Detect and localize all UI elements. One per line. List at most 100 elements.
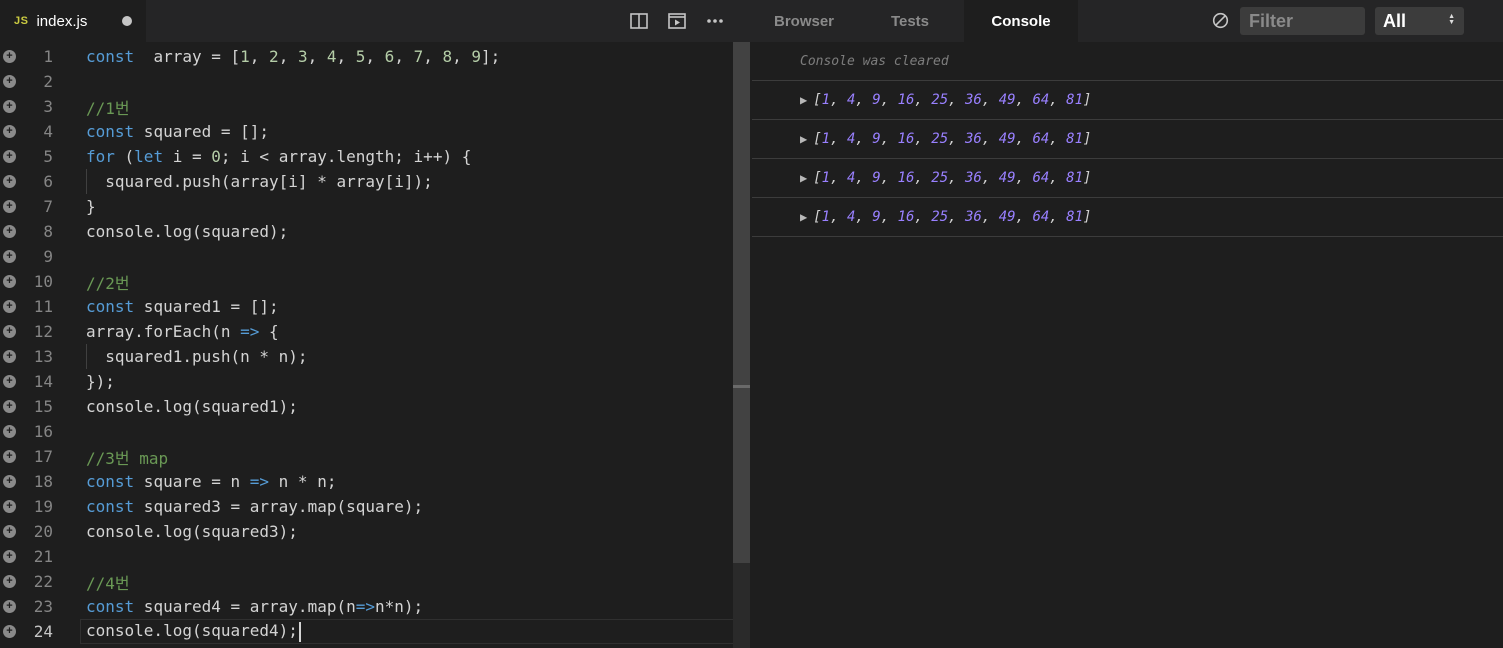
expand-triangle-icon[interactable]: ▶ [800,93,807,107]
tab-console[interactable]: Console [964,0,1078,42]
add-log-point-icon[interactable]: + [3,300,16,313]
code-line[interactable]: +4 const squared = []; [0,119,733,144]
console-filter-input[interactable] [1240,7,1365,35]
code-line[interactable]: +7} [0,194,733,219]
editor-tab-index-js[interactable]: JS index.js [0,0,146,42]
split-editor-icon[interactable] [630,12,648,30]
tab-tests[interactable]: Tests [858,0,962,42]
expand-triangle-icon[interactable]: ▶ [800,171,807,185]
code-line[interactable]: +15 console.log(squared1); [0,394,733,419]
array-value: 25 [931,92,949,108]
add-log-point-icon[interactable]: + [3,125,16,138]
code-line[interactable]: +23 const squared4 = array.map(n=>n*n); [0,594,733,619]
array-value: 49 [998,131,1016,147]
array-value: 16 [897,209,915,225]
editor-actions [630,0,724,42]
code-token: ; i < array.length; i++) { [220,147,472,166]
add-log-point-icon[interactable]: + [3,75,16,88]
array-separator: , [914,92,932,108]
add-log-point-icon[interactable]: + [3,50,16,63]
code-line[interactable]: +9 [0,244,733,269]
add-log-point-icon[interactable]: + [3,550,16,563]
add-log-point-icon[interactable]: + [3,350,16,363]
code-line[interactable]: +19 const squared3 = array.map(square); [0,494,733,519]
code-editor[interactable]: +1 const array = [1, 2, 3, 4, 5, 6, 7, 8,… [0,42,750,648]
code-text: const array = [1, 2, 3, 4, 5, 6, 7, 8, 9… [86,47,500,66]
console-log-entry[interactable]: ▶ [1, 4, 9, 16, 25, 36, 49, 64, 81] [752,198,1503,237]
line-number: 19 [33,497,53,516]
array-value: 64 [1032,92,1050,108]
add-log-point-icon[interactable]: + [3,500,16,513]
open-preview-icon[interactable] [668,12,686,30]
add-log-point-icon[interactable]: + [3,100,16,113]
code-line[interactable]: +24 console.log(squared4); [0,619,748,644]
array-close-bracket: ] [1083,209,1092,225]
code-text: const square = n => n * n; [86,472,336,491]
add-log-point-icon[interactable]: + [3,475,16,488]
add-log-point-icon[interactable]: + [3,175,16,188]
editor-scrollbar-thumb[interactable] [733,42,750,563]
code-line[interactable]: +21 [0,544,733,569]
array-separator: , [855,209,873,225]
add-log-point-icon[interactable]: + [3,225,16,238]
add-log-point-icon[interactable]: + [3,625,16,638]
array-separator: , [880,170,898,186]
array-value: 9 [872,170,881,186]
code-line[interactable]: +20 console.log(squared3); [0,519,733,544]
add-log-point-icon[interactable]: + [3,600,16,613]
code-line[interactable]: +6 squared.push(array[i] * array[i]); [0,169,733,194]
code-line[interactable]: +16 [0,419,733,444]
code-line[interactable]: +14}); [0,369,733,394]
tab-browser[interactable]: Browser [752,0,856,42]
code-token: => [249,472,270,491]
code-line[interactable]: +17 //3번 map [0,444,733,469]
code-token: console.log(squared); [86,222,289,241]
console-log-entry[interactable]: ▶ [1, 4, 9, 16, 25, 36, 49, 64, 81] [752,120,1503,159]
array-separator: , [948,92,965,108]
code-token: const [86,297,135,316]
code-token: , [336,47,356,66]
code-line[interactable]: +18 const square = n => n * n; [0,469,733,494]
add-log-point-icon[interactable]: + [3,525,16,538]
add-log-point-icon[interactable]: + [3,425,16,438]
code-line[interactable]: +22 //4번 [0,569,733,594]
js-file-icon: JS [14,15,29,27]
array-value: 25 [931,131,949,147]
unsaved-dot-icon[interactable] [122,16,132,26]
code-line[interactable]: +10 //2번 [0,269,733,294]
code-line[interactable]: +13 squared1.push(n * n); [0,344,733,369]
code-text: } [86,197,96,216]
add-log-point-icon[interactable]: + [3,150,16,163]
add-log-point-icon[interactable]: + [3,400,16,413]
add-log-point-icon[interactable]: + [3,275,16,288]
array-value: 36 [965,209,982,225]
log-level-select[interactable]: All ▲ ▼ [1375,7,1464,35]
code-text: const squared4 = array.map(n=>n*n); [86,597,423,616]
add-log-point-icon[interactable]: + [3,450,16,463]
expand-triangle-icon[interactable]: ▶ [800,210,807,224]
code-text: //4번 [86,570,130,594]
add-log-point-icon[interactable]: + [3,325,16,338]
code-line[interactable]: +5 for (let i = 0; i < array.length; i++)… [0,144,733,169]
code-line[interactable]: +12 array.forEach(n => { [0,319,733,344]
code-line[interactable]: +2 [0,69,733,94]
code-line[interactable]: +8 console.log(squared); [0,219,733,244]
add-log-point-icon[interactable]: + [3,375,16,388]
add-log-point-icon[interactable]: + [3,575,16,588]
add-log-point-icon[interactable]: + [3,250,16,263]
code-line[interactable]: +3 //1번 [0,94,733,119]
array-separator: , [830,170,847,186]
code-text: const squared1 = []; [86,297,279,316]
code-line[interactable]: +1 const array = [1, 2, 3, 4, 5, 6, 7, 8,… [0,44,733,69]
add-log-point-icon[interactable]: + [3,200,16,213]
more-actions-icon[interactable] [706,12,724,30]
code-token: squared3 = array.map(square); [134,497,424,516]
console-log-entry[interactable]: ▶ [1, 4, 9, 16, 25, 36, 49, 64, 81] [752,81,1503,120]
array-separator: , [1015,131,1033,147]
array-value: 36 [965,92,982,108]
console-log-entry[interactable]: ▶ [1, 4, 9, 16, 25, 36, 49, 64, 81] [752,159,1503,198]
clear-console-icon[interactable] [1212,12,1229,29]
code-token: 0 [211,147,221,166]
code-line[interactable]: +11 const squared1 = []; [0,294,733,319]
expand-triangle-icon[interactable]: ▶ [800,132,807,146]
